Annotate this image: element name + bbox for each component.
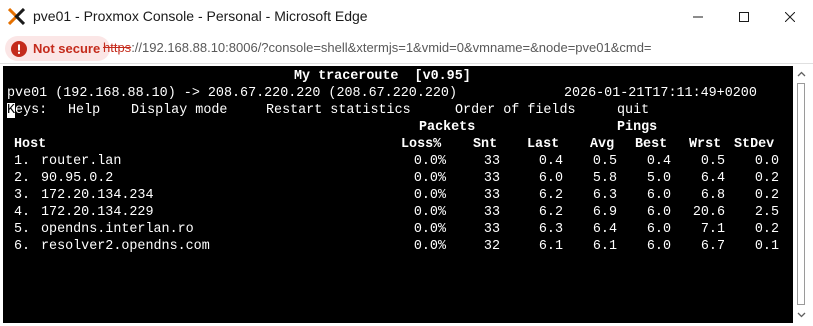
- menu-order-of-fields[interactable]: Order of fields: [455, 102, 576, 119]
- menu-display-mode[interactable]: Display mode: [131, 102, 227, 119]
- col-header-avg: Avg: [590, 137, 615, 152]
- hop-host: resolver2.opendns.com: [41, 239, 210, 254]
- hop-snt: 33: [483, 188, 500, 203]
- hop-host: opendns.interlan.ro: [41, 222, 194, 237]
- proxmox-x-icon: [7, 7, 26, 26]
- maximize-icon: [739, 11, 749, 22]
- menu-quit[interactable]: quit: [617, 102, 649, 119]
- hop-avg: 0.5: [592, 154, 617, 169]
- hop-number: 5.: [14, 222, 31, 237]
- col-header-snt: Snt: [473, 137, 498, 152]
- close-icon: [785, 11, 795, 22]
- hop-number: 6.: [14, 239, 31, 254]
- scroll-up-arrow-icon[interactable]: [797, 70, 806, 79]
- hop-avg: 6.3: [592, 188, 617, 203]
- hop-last: 0.4: [538, 154, 563, 169]
- hop-last: 6.2: [538, 205, 563, 220]
- hop-snt: 33: [483, 154, 500, 169]
- window-title: pve01 - Proxmox Console - Personal - Mic…: [33, 8, 368, 24]
- warning-icon: [11, 40, 27, 57]
- address-bar[interactable]: Not secure https://192.168.88.10:8006/?c…: [0, 33, 813, 64]
- hop-wrst: 6.8: [700, 188, 725, 203]
- hop-best: 6.0: [646, 188, 671, 203]
- url-text[interactable]: https://192.168.88.10:8006/?console=shel…: [103, 40, 652, 55]
- hop-avg: 6.9: [592, 205, 617, 220]
- timestamp: 2026-01-21T17:11:49+0200: [564, 86, 757, 101]
- hop-stdev: 0.2: [754, 188, 779, 203]
- url-scheme: https: [103, 40, 132, 55]
- hop-wrst: 6.4: [700, 171, 725, 186]
- hop-wrst: 20.6: [692, 205, 725, 220]
- menu-restart-statistics[interactable]: Restart statistics: [266, 102, 411, 119]
- pings-group-header: Pings: [617, 120, 658, 135]
- hop-loss: 0.0%: [413, 171, 446, 186]
- col-header-loss: Loss%: [401, 137, 442, 152]
- hop-loss: 0.0%: [413, 205, 446, 220]
- packets-group-header: Packets: [419, 120, 476, 135]
- scroll-track[interactable]: [797, 83, 805, 305]
- col-header-wrst: Wrst: [689, 137, 722, 152]
- hop-snt: 33: [483, 205, 500, 220]
- hop-stdev: 0.2: [754, 171, 779, 186]
- minimize-button[interactable]: [675, 0, 721, 33]
- minimize-icon: [693, 16, 703, 17]
- keys-line: Keys:: [7, 102, 47, 119]
- col-header-stdev: StDev: [734, 137, 775, 152]
- hop-number: 1.: [14, 154, 31, 169]
- hop-stdev: 0.2: [754, 222, 779, 237]
- hop-last: 6.0: [538, 171, 563, 186]
- scroll-down-arrow-icon[interactable]: [797, 310, 806, 319]
- hop-host: 172.20.134.229: [41, 205, 154, 220]
- hop-last: 6.2: [538, 188, 563, 203]
- hop-wrst: 6.7: [700, 239, 725, 254]
- terminal-scrollbar[interactable]: [793, 66, 810, 323]
- hop-loss: 0.0%: [413, 188, 446, 203]
- hop-best: 0.4: [646, 154, 671, 169]
- url-rest: ://192.168.88.10:8006/?console=shell&xte…: [131, 40, 652, 55]
- hop-loss: 0.0%: [413, 154, 446, 169]
- menu-help[interactable]: Help: [68, 102, 100, 119]
- col-header-last: Last: [527, 137, 560, 152]
- not-secure-label: Not secure: [33, 41, 101, 56]
- hop-avg: 6.1: [592, 239, 617, 254]
- hop-best: 5.0: [646, 171, 671, 186]
- hop-wrst: 0.5: [700, 154, 725, 169]
- hop-number: 3.: [14, 188, 31, 203]
- hop-last: 6.3: [538, 222, 563, 237]
- hop-number: 4.: [14, 205, 31, 220]
- hop-snt: 32: [483, 239, 500, 254]
- hop-snt: 33: [483, 171, 500, 186]
- hop-best: 6.0: [646, 205, 671, 220]
- hop-stdev: 0.1: [754, 239, 779, 254]
- route-line: pve01 (192.168.88.10) -> 208.67.220.220 …: [7, 86, 457, 101]
- hop-last: 6.1: [538, 239, 563, 254]
- hop-host: 172.20.134.234: [41, 188, 154, 203]
- col-header-host: Host: [14, 137, 47, 152]
- hop-host: 90.95.0.2: [41, 171, 114, 186]
- close-button[interactable]: [767, 0, 813, 33]
- hop-avg: 5.8: [592, 171, 617, 186]
- hop-stdev: 2.5: [754, 205, 779, 220]
- hop-host: router.lan: [41, 154, 122, 169]
- hop-loss: 0.0%: [413, 222, 446, 237]
- hop-best: 6.0: [646, 239, 671, 254]
- not-secure-badge[interactable]: Not secure: [5, 36, 111, 61]
- hop-snt: 33: [483, 222, 500, 237]
- toolbar-divider: [0, 63, 813, 64]
- hop-best: 6.0: [646, 222, 671, 237]
- window-title-bar[interactable]: pve01 - Proxmox Console - Personal - Mic…: [0, 0, 813, 33]
- terminal-cursor: K: [7, 103, 16, 118]
- hop-loss: 0.0%: [413, 239, 446, 254]
- hop-avg: 6.4: [592, 222, 617, 237]
- col-header-best: Best: [635, 137, 668, 152]
- hop-number: 2.: [14, 171, 31, 186]
- hop-wrst: 7.1: [700, 222, 725, 237]
- keys-label: eys:: [15, 103, 48, 118]
- program-title: My traceroute [v0.95]: [294, 69, 471, 84]
- hop-stdev: 0.0: [754, 154, 779, 169]
- maximize-button[interactable]: [721, 0, 767, 33]
- terminal-console[interactable]: My traceroute [v0.95] pve01 (192.168.88.…: [3, 66, 793, 323]
